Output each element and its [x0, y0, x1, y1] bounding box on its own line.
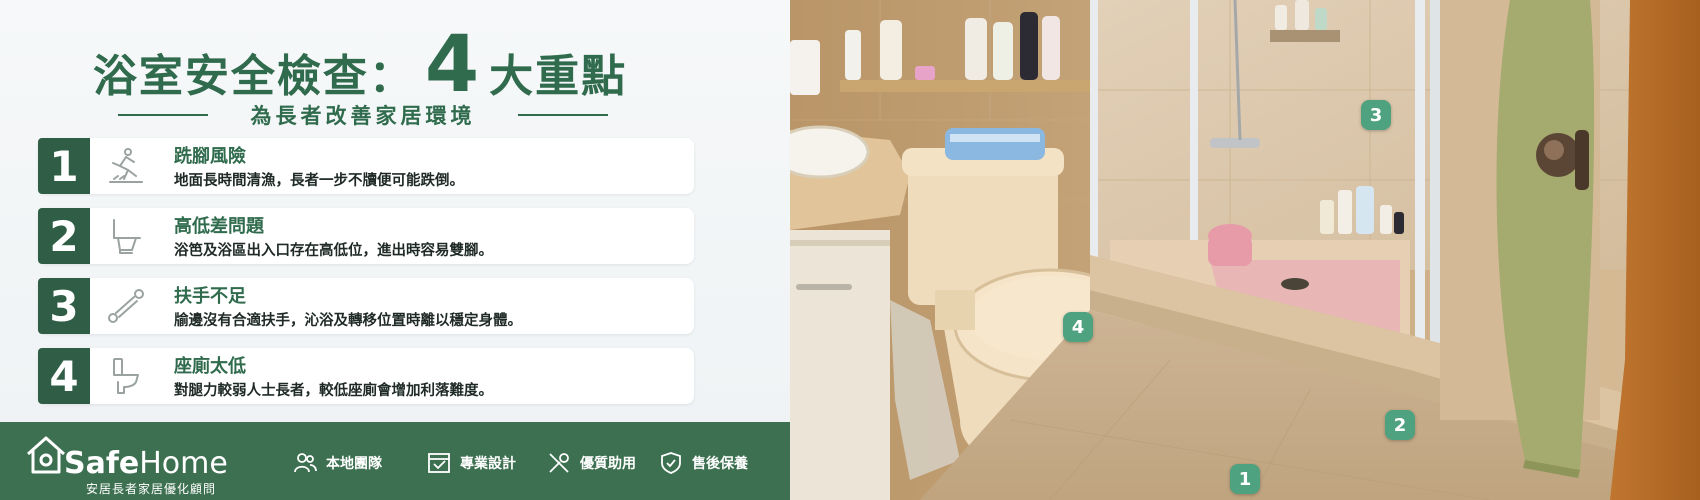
- design-icon: [428, 453, 450, 473]
- item-title: 高低差問題: [174, 216, 264, 237]
- grab-bar-icon: [106, 286, 146, 326]
- subtitle-divider-left: [118, 114, 208, 116]
- photo-marker-3: 3: [1361, 100, 1391, 130]
- subtitle-row: 為長者改善家居環境: [118, 102, 608, 128]
- bathroom-photo: 1 2 3 4: [790, 0, 1700, 500]
- brand-name: SafeHome: [64, 446, 228, 481]
- shield-icon: [661, 452, 681, 474]
- item-description: 對腿力較弱人士長者，較低座廁會增加利落難度。: [174, 383, 493, 399]
- brand-part1: Safe: [64, 446, 140, 481]
- house-logo-icon: [24, 434, 68, 476]
- feature-label: 本地團隊: [326, 456, 382, 472]
- item-number: 1: [38, 138, 90, 194]
- footer-bar: SafeHome 安居長者家居優化顧問 本地團隊 專業設計 優質助用 售後保養: [0, 422, 790, 500]
- feature-tools: 優質助用: [546, 450, 636, 476]
- item-title: 座廁太低: [174, 356, 246, 377]
- feature-label: 優質助用: [580, 456, 636, 472]
- toilet-side-icon: [106, 216, 146, 256]
- item-description: 牏邊沒有合適扶手，沁浴及轉移位置時離以穩定身體。: [174, 313, 522, 329]
- toilet-icon: [106, 356, 146, 396]
- item-title: 扶手不足: [174, 286, 246, 307]
- photo-marker-4: 4: [1063, 312, 1093, 342]
- checklist-item-2: 2 高低差問題 浴笆及浴區出入口存在高低位，進出時容易雙腳。: [38, 208, 694, 264]
- team-icon: [294, 453, 317, 473]
- item-description: 地面長時間清漁，長者一步不牘便可能跌倒。: [174, 173, 464, 189]
- item-title: 跣腳風險: [174, 146, 246, 167]
- info-panel: 浴室安全檢查： 4 大重點 為長者改善家居環境 1 跣腳風險 地面長時間清漁，長…: [0, 0, 790, 500]
- title-number: 4: [424, 20, 480, 110]
- brand-part2: Home: [139, 446, 228, 481]
- item-number: 2: [38, 208, 90, 264]
- tools-icon: [549, 453, 569, 473]
- subtitle: 為長者改善家居環境: [250, 104, 476, 128]
- photo-marker-1: 1: [1230, 464, 1260, 494]
- slip-person-icon: [106, 146, 146, 186]
- feature-warranty: 售後保養: [658, 450, 748, 476]
- item-number: 4: [38, 348, 90, 404]
- checklist-item-4: 4 座廁太低 對腿力較弱人士長者，較低座廁會增加利落難度。: [38, 348, 694, 404]
- checklist-item-3: 3 扶手不足 牏邊沒有合適扶手，沁浴及轉移位置時離以穩定身體。: [38, 278, 694, 334]
- feature-team: 本地團隊: [292, 450, 382, 476]
- photo-marker-2: 2: [1385, 410, 1415, 440]
- title-part2: 大重點: [489, 51, 628, 102]
- brand-tagline: 安居長者家居優化顧問: [86, 482, 217, 496]
- bathroom-illustration: [790, 0, 1700, 500]
- title-part1: 浴室安全檢查：: [92, 51, 415, 102]
- feature-label: 售後保養: [692, 456, 748, 472]
- banner: 浴室安全檢查： 4 大重點 為長者改善家居環境 1 跣腳風險 地面長時間清漁，長…: [0, 0, 1700, 500]
- feature-label: 專業設計: [460, 456, 516, 472]
- checklist-item-1: 1 跣腳風險 地面長時間清漁，長者一步不牘便可能跌倒。: [38, 138, 694, 194]
- page-title: 浴室安全檢查： 4 大重點: [0, 26, 720, 104]
- item-number: 3: [38, 278, 90, 334]
- item-description: 浴笆及浴區出入口存在高低位，進出時容易雙腳。: [174, 243, 493, 259]
- subtitle-divider-right: [518, 114, 608, 116]
- feature-design: 專業設計: [426, 450, 516, 476]
